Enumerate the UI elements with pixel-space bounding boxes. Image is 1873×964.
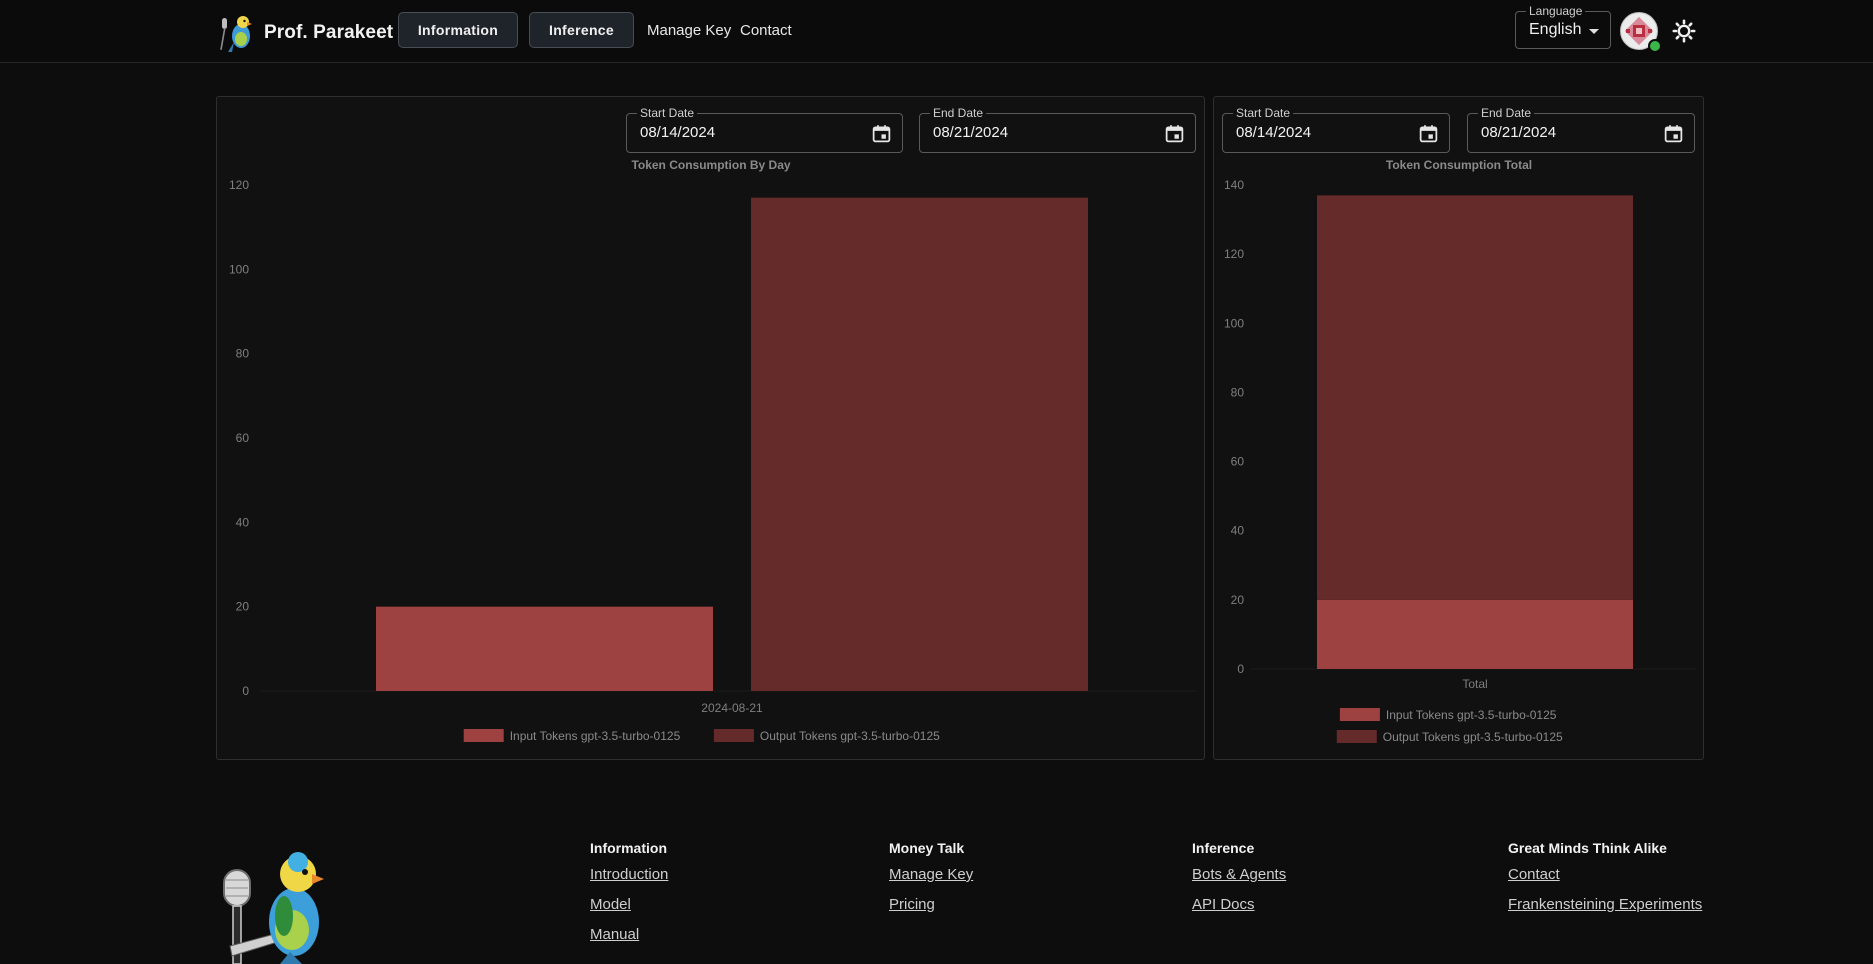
footer-column-money-talk: Money Talk Manage Key Pricing (889, 840, 973, 925)
y-tick-label: 100 (1224, 316, 1244, 330)
footer-heading: Great Minds Think Alike (1508, 840, 1667, 856)
legend-swatch (1336, 730, 1377, 743)
legend-label: Output Tokens gpt-3.5-turbo-0125 (760, 729, 940, 743)
y-tick-label: 80 (1231, 385, 1245, 399)
y-tick-label: 40 (236, 515, 250, 529)
token-total-chart: Token Consumption Total 0 20 40 60 80 100 120 14… (1224, 158, 1696, 744)
legend-swatch (1339, 708, 1380, 721)
footer-heading: Inference (1192, 840, 1255, 856)
chart-title: Token Consumption By Day (631, 158, 790, 172)
token-total-panel: Start Date 08/14/2024 End Date 08/21/202… (1213, 96, 1704, 760)
stacked-bar-segment (1317, 195, 1633, 600)
footer-column-great-minds: Great Minds Think Alike Contact Frankens… (1508, 840, 1702, 925)
footer-link-model[interactable]: Model (590, 895, 668, 915)
brand[interactable]: Prof. Parakeet (216, 12, 393, 54)
language-select[interactable]: Language English (1515, 4, 1611, 49)
nav-contact-link[interactable]: Contact (740, 22, 792, 39)
y-tick-label: 60 (1231, 455, 1245, 469)
footer-heading: Money Talk (889, 840, 965, 856)
language-label: Language (1526, 4, 1586, 18)
footer-link-manage-key[interactable]: Manage Key (889, 865, 973, 885)
legend-label: Input Tokens gpt-3.5-turbo-0125 (510, 729, 681, 743)
y-tick-label: 100 (229, 262, 249, 276)
footer-link-introduction[interactable]: Introduction (590, 865, 668, 885)
footer-heading: Information (590, 840, 667, 856)
nav-information-button[interactable]: Information (398, 12, 518, 48)
y-tick-label: 140 (1224, 178, 1244, 192)
y-tick-label: 40 (1231, 524, 1245, 538)
chart-title: Token Consumption Total (1386, 158, 1532, 172)
token-by-day-panel: Start Date 08/14/2024 End Date 08/21/202… (216, 96, 1205, 760)
bar (751, 197, 1088, 691)
chevron-down-icon (1589, 29, 1599, 34)
y-tick-label: 60 (236, 431, 250, 445)
bar (376, 606, 713, 691)
legend-label: Input Tokens gpt-3.5-turbo-0125 (1386, 708, 1557, 722)
user-avatar[interactable] (1620, 12, 1662, 53)
legend-swatch (713, 729, 754, 742)
nav-manage-key-link[interactable]: Manage Key (647, 22, 731, 39)
footer-link-bots-agents[interactable]: Bots & Agents (1192, 865, 1286, 885)
parakeet-microphone-logo-icon (223, 852, 324, 964)
language-value: English (1529, 21, 1582, 38)
online-status-dot (1648, 39, 1662, 53)
y-tick-label: 20 (236, 600, 250, 614)
footer-link-manual[interactable]: Manual (590, 925, 668, 945)
footer-link-api-docs[interactable]: API Docs (1192, 895, 1286, 915)
stacked-bar-segment (1317, 599, 1633, 669)
legend-swatch (463, 729, 504, 742)
x-tick-label: Total (1462, 677, 1487, 691)
legend-label: Output Tokens gpt-3.5-turbo-0125 (1383, 730, 1563, 744)
y-tick-label: 120 (1224, 247, 1244, 261)
x-tick-label: 2024-08-21 (701, 701, 763, 715)
footer-link-frankensteining-experiments[interactable]: Frankensteining Experiments (1508, 895, 1702, 915)
nav-inference-button[interactable]: Inference (529, 12, 634, 48)
footer-link-pricing[interactable]: Pricing (889, 895, 973, 915)
y-tick-label: 120 (229, 178, 249, 192)
token-by-day-chart: Token Consumption By Day 0 20 40 60 80 100 120 2… (229, 158, 1197, 743)
parakeet-logo-icon (220, 16, 252, 52)
footer-link-contact[interactable]: Contact (1508, 865, 1702, 885)
brand-name: Prof. Parakeet (264, 22, 394, 43)
settings-sun-icon[interactable] (1672, 19, 1696, 43)
y-tick-label: 80 (236, 347, 250, 361)
y-tick-label: 0 (242, 684, 249, 698)
top-navigation-bar: Prof. Parakeet Information Inference Man… (0, 0, 1873, 63)
y-tick-label: 20 (1231, 593, 1245, 607)
y-tick-label: 0 (1237, 662, 1244, 676)
footer-column-information: Information Introduction Model Manual (590, 840, 668, 955)
footer-column-inference: Inference Bots & Agents API Docs (1192, 840, 1286, 925)
